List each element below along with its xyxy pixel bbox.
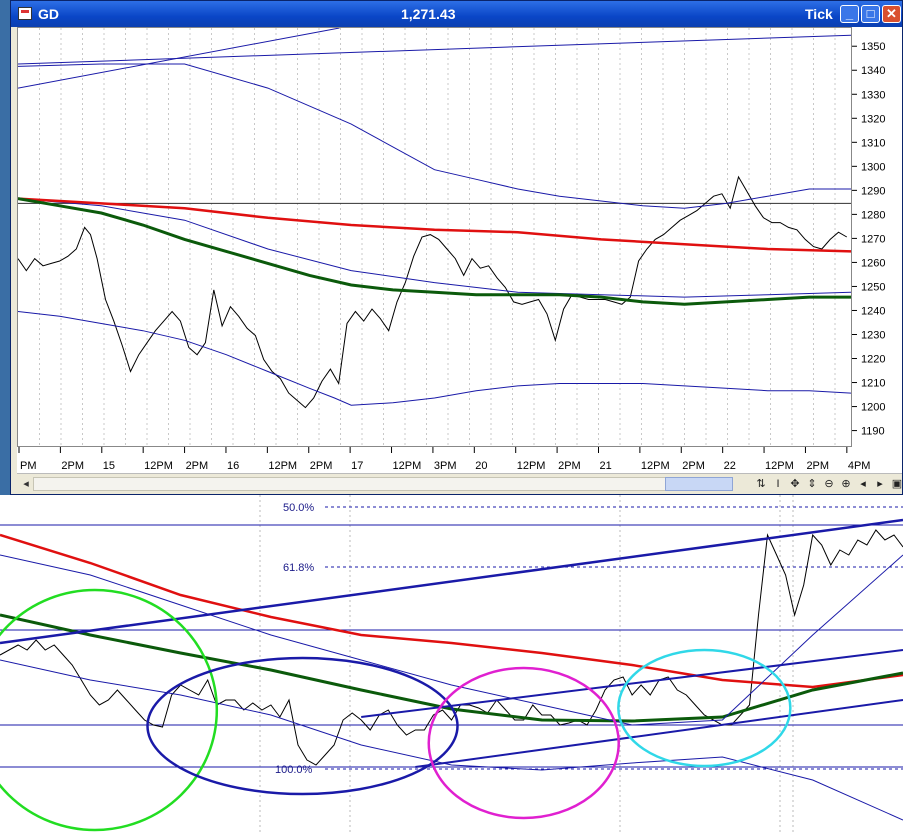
x-tick-label: 20 (475, 460, 487, 472)
maximize-button[interactable]: □ (861, 5, 880, 23)
desktop-background (0, 0, 10, 495)
y-tick-label: 1340 (861, 65, 885, 77)
cursor-icon[interactable]: I (771, 477, 785, 491)
y-tick-label: 1200 (861, 402, 885, 414)
y-tick-label: 1330 (861, 89, 885, 101)
x-tick-label: 12PM (765, 460, 794, 472)
x-tick-label: 4PM (848, 460, 871, 472)
y-tick-label: 1260 (861, 257, 885, 269)
annotation-circle (617, 648, 792, 768)
x-tick-label: 16 (227, 460, 239, 472)
minimize-button[interactable]: _ (840, 5, 859, 23)
series-upper-band (17, 63, 851, 209)
lower-series-trendline-mid (361, 649, 903, 718)
fib-level-label: 50.0% (283, 502, 314, 514)
price-scale-ticks: 1350 1340 1330 1320 1310 1300 1290 1280 1270 1260… (852, 41, 885, 438)
x-tick-label: 2PM (61, 460, 84, 472)
time-axis-ticks: PM 2PM 15 12PM 2PM 16 12PM 2PM 17 12PM 3PM 20 12PM 2P… (18, 447, 871, 472)
scroll-thumb[interactable] (665, 477, 733, 491)
price-chart[interactable] (17, 27, 857, 447)
move-icon[interactable]: ✥ (788, 477, 802, 491)
y-tick-label: 1190 (861, 426, 885, 438)
interval-label: Tick (805, 6, 833, 22)
x-tick-label: 3PM (434, 460, 457, 472)
refresh-icon[interactable]: ⇅ (754, 477, 768, 491)
price-scale[interactable]: 1350 1340 1330 1320 1310 1300 1290 1280 1270 1260… (852, 27, 902, 447)
x-tick-label: 2PM (682, 460, 705, 472)
annotation-circle (0, 588, 219, 832)
scroll-right-icon[interactable]: ▸ (873, 477, 887, 491)
zoom-in-icon[interactable]: ⊕ (839, 477, 853, 491)
window-symbol: GD (38, 6, 59, 22)
y-tick-label: 1220 (861, 354, 885, 366)
chart-window[interactable]: GD 1,271.43 Tick _ □ ✕ 1350 1340 1330 1320 1… (10, 0, 903, 495)
x-tick-label: 17 (351, 460, 363, 472)
series-trendline-flat (17, 34, 852, 65)
lower-series-price (0, 529, 903, 766)
y-tick-label: 1270 (861, 233, 885, 245)
app-icon[interactable] (18, 7, 32, 20)
x-tick-label: 21 (599, 460, 611, 472)
x-tick-label: 2PM (186, 460, 209, 472)
scroll-left-icon[interactable]: ◂ (856, 477, 870, 491)
lower-series-ma-red (0, 533, 903, 689)
y-tick-label: 1310 (861, 137, 885, 149)
pan-icon[interactable]: ⇕ (805, 477, 819, 491)
fib-level-label: 61.8% (283, 562, 314, 574)
x-tick-label: 2PM (558, 460, 581, 472)
annotated-chart-plot: 50.0% 61.8% 100.0% (0, 495, 903, 835)
y-tick-label: 1350 (861, 41, 885, 53)
y-tick-label: 1320 (861, 113, 885, 125)
scroll-track[interactable] (33, 477, 733, 491)
window-icon[interactable]: ▣ (890, 477, 903, 491)
zoom-out-icon[interactable]: ⊖ (822, 477, 836, 491)
x-tick-label: 12PM (393, 460, 422, 472)
series-ma-green (17, 197, 851, 306)
title-bar[interactable]: GD 1,271.43 Tick _ □ ✕ (11, 1, 902, 27)
x-tick-label: 2PM (310, 460, 333, 472)
lower-series-trendline-long (0, 518, 903, 645)
x-tick-label: PM (20, 460, 37, 472)
y-tick-label: 1300 (861, 161, 885, 173)
x-tick-label: 2PM (806, 460, 829, 472)
time-axis[interactable]: PM 2PM 15 12PM 2PM 16 12PM 2PM 17 12PM 3PM 20 12PM 2P… (17, 447, 902, 473)
x-tick-label: 12PM (641, 460, 670, 472)
price-chart-plot (17, 27, 857, 446)
fib-level-label: 100.0% (275, 764, 313, 776)
y-tick-label: 1240 (861, 305, 885, 317)
annotated-chart: 50.0% 61.8% 100.0% (0, 495, 903, 835)
y-tick-label: 1290 (861, 185, 885, 197)
x-tick-label: 12PM (144, 460, 173, 472)
y-tick-label: 1250 (861, 281, 885, 293)
scroll-left-arrow-icon[interactable]: ◂ (19, 477, 33, 491)
y-tick-label: 1230 (861, 329, 885, 341)
horizontal-scrollbar[interactable]: ◂ ⇅ I ✥ ⇕ ⊖ ⊕ ◂ ▸ ▣ (17, 473, 902, 494)
close-button[interactable]: ✕ (882, 5, 901, 23)
x-tick-label: 22 (724, 460, 736, 472)
y-tick-label: 1280 (861, 209, 885, 221)
x-tick-label: 12PM (268, 460, 297, 472)
series-lower-band (17, 311, 852, 406)
last-price: 1,271.43 (401, 6, 456, 22)
x-tick-label: 12PM (517, 460, 546, 472)
x-tick-label: 15 (103, 460, 115, 472)
y-tick-label: 1210 (861, 378, 885, 390)
